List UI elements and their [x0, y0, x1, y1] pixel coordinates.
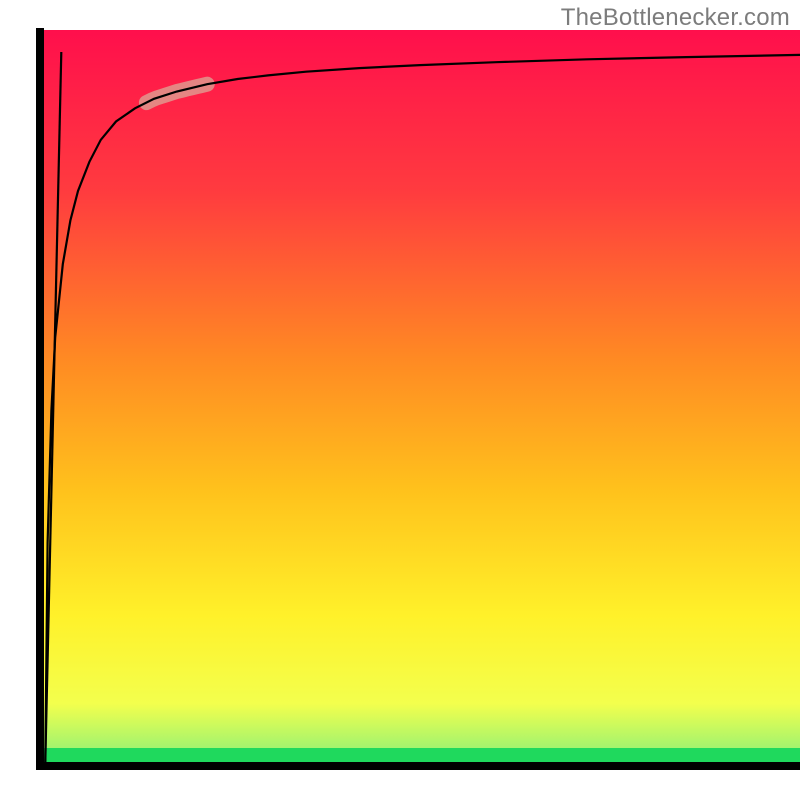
plot-background	[40, 30, 800, 762]
green-band	[40, 748, 800, 762]
chart-canvas	[0, 0, 800, 800]
watermark-text: TheBottlenecker.com	[561, 4, 790, 32]
